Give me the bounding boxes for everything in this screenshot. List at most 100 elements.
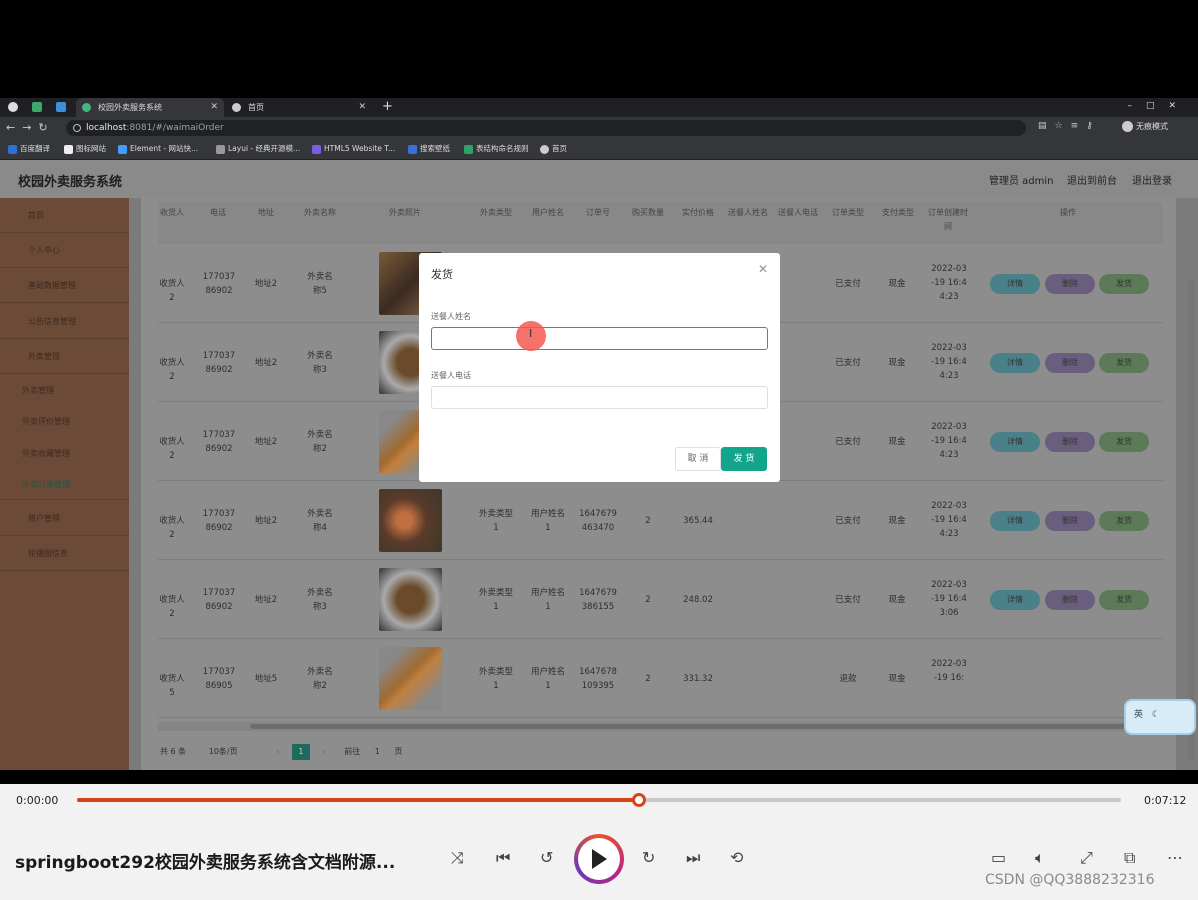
app-icon[interactable]	[56, 102, 66, 112]
ship-button[interactable]: 发货	[1099, 274, 1149, 294]
courier-name-input[interactable]	[431, 327, 768, 350]
ship-button[interactable]: 发货	[1099, 590, 1149, 610]
sidebar-item-waimai[interactable]: 外卖管理	[0, 339, 129, 374]
close-icon[interactable]: ✕	[210, 98, 218, 117]
detail-button[interactable]: 详情	[990, 590, 1040, 610]
next-icon[interactable]: ⏭	[686, 848, 700, 868]
bookmark-item[interactable]: Layui - 经典开源模...	[216, 143, 300, 155]
ime-lang[interactable]: 英	[1134, 710, 1143, 720]
new-tab-icon[interactable]: +	[382, 98, 393, 116]
detail-button[interactable]: 详情	[990, 353, 1040, 373]
profile-label: 无痕模式	[1136, 122, 1168, 131]
horizontal-scrollbar[interactable]	[158, 722, 1163, 731]
scrollbar-thumb[interactable]	[250, 724, 1144, 729]
globe-icon[interactable]	[8, 102, 18, 112]
sidebar-sub-order[interactable]: 外卖订单管理	[0, 469, 129, 500]
delete-button[interactable]: 删除	[1045, 590, 1095, 610]
ship-button[interactable]: 发货	[1099, 353, 1149, 373]
col-header[interactable]: 外卖名称	[298, 206, 342, 220]
bookmark-item[interactable]: 搜索壁纸	[408, 143, 450, 155]
col-header[interactable]: 支付类型	[878, 206, 918, 220]
sidebar-item-profile[interactable]: 个人中心	[0, 233, 129, 268]
app-icon[interactable]	[32, 102, 42, 112]
repeat-off-icon[interactable]: ⟲	[730, 848, 743, 867]
delete-button[interactable]: 删除	[1045, 432, 1095, 452]
col-header[interactable]: 订单号	[578, 206, 618, 220]
detail-button[interactable]: 详情	[990, 432, 1040, 452]
sidebar-sub-waimai[interactable]: 外卖管理	[0, 375, 129, 406]
tab-home[interactable]: 首页 ✕	[226, 98, 372, 117]
sidebar-item-notice[interactable]: 公告信息管理	[0, 304, 129, 339]
info-icon[interactable]	[73, 124, 81, 132]
delete-button[interactable]: 删除	[1045, 353, 1095, 373]
next-page-icon[interactable]: ›	[322, 747, 325, 756]
rewind-10-icon[interactable]: ↺	[540, 848, 553, 867]
col-header[interactable]: 订单创建时间	[928, 206, 968, 234]
cell-order-no: 1647679386155	[579, 588, 617, 612]
col-header[interactable]: 购买数量	[628, 206, 668, 220]
bookmark-item[interactable]: 百度翻译	[8, 143, 50, 155]
cell-time: 2022-03-19 16:44:23	[931, 264, 967, 302]
bookmark-item[interactable]: 表结构命名规则	[464, 143, 529, 155]
delete-button[interactable]: 删除	[1045, 274, 1095, 294]
col-header[interactable]: 实付价格	[678, 206, 718, 220]
col-header[interactable]: 送餐人姓名	[728, 206, 768, 220]
cell-order-no: 1647678109395	[579, 667, 617, 691]
toolbar-icons[interactable]: ▤☆≡⚷	[1038, 121, 1101, 131]
col-header[interactable]: 收货人	[158, 206, 186, 220]
more-icon[interactable]: ⋯	[1167, 848, 1183, 867]
col-header[interactable]: 用户姓名	[528, 206, 568, 220]
seek-bar[interactable]	[77, 793, 1121, 807]
ship-button[interactable]: 发货	[1099, 432, 1149, 452]
exit-to-front-link[interactable]: 退出到前台	[1067, 172, 1117, 187]
ime-widget[interactable]: 英 ☾	[1124, 699, 1196, 735]
detail-button[interactable]: 详情	[990, 274, 1040, 294]
col-header[interactable]: 订单类型	[828, 206, 868, 220]
delete-button[interactable]: 删除	[1045, 511, 1095, 531]
sidebar-sub-review[interactable]: 外卖评价管理	[0, 406, 129, 437]
bookmark-item[interactable]: HTML5 Website T...	[312, 143, 395, 155]
courier-phone-input[interactable]	[431, 386, 768, 409]
play-button[interactable]	[574, 834, 624, 884]
volume-icon[interactable]: 🔈︎	[1035, 848, 1045, 868]
col-header[interactable]: 电话	[198, 206, 238, 220]
page-current[interactable]: 1	[291, 744, 310, 760]
cell-phone: 17703786902	[202, 351, 236, 375]
close-icon[interactable]: ✕	[758, 262, 768, 276]
nav-buttons[interactable]: ←→↻	[6, 121, 55, 134]
profile-button[interactable]: 无痕模式	[1122, 121, 1168, 132]
url-input[interactable]: localhost:8081/#/waimaiOrder	[66, 120, 1026, 136]
bookmark-item[interactable]: 图标网站	[64, 143, 106, 155]
detail-button[interactable]: 详情	[990, 511, 1040, 531]
goto-input[interactable]: 1	[375, 747, 380, 756]
miniplayer-icon[interactable]: ⧉	[1124, 848, 1135, 868]
cell-addr: 地址2	[254, 516, 278, 526]
col-header[interactable]: 地址	[250, 206, 282, 220]
forward-30-icon[interactable]: ↻	[642, 848, 655, 867]
prev-page-icon[interactable]: ‹	[276, 747, 279, 756]
sidebar-item-home[interactable]: 首页	[0, 198, 129, 233]
previous-icon[interactable]: ⏮	[496, 848, 510, 868]
bookmark-item[interactable]: Element - 网站快...	[118, 143, 198, 155]
sidebar-item-base-data[interactable]: 基础数据管理	[0, 268, 129, 303]
shuffle-icon[interactable]: ⤨	[451, 848, 464, 868]
sidebar-item-carousel[interactable]: 轮播图信息	[0, 536, 129, 571]
seek-handle[interactable]	[631, 793, 646, 807]
col-header[interactable]: 外卖类型	[476, 206, 516, 220]
col-header[interactable]: 送餐人电话	[778, 206, 818, 220]
page-size-select[interactable]: 10条/页	[209, 747, 238, 756]
ship-button[interactable]: 发货	[1099, 511, 1149, 531]
ime-moon-icon: ☾	[1151, 710, 1160, 720]
close-icon[interactable]: ✕	[358, 98, 366, 117]
sidebar-sub-favorite[interactable]: 外卖收藏管理	[0, 438, 129, 469]
window-controls[interactable]: –□✕	[1127, 98, 1190, 114]
logout-link[interactable]: 退出登录	[1132, 172, 1172, 187]
sidebar-item-user[interactable]: 用户管理	[0, 501, 129, 536]
fullscreen-icon[interactable]: ⤢	[1080, 848, 1093, 868]
captions-icon[interactable]: ▭	[991, 848, 1006, 867]
cancel-button[interactable]: 取 消	[675, 447, 721, 471]
bookmark-item[interactable]: 首页	[540, 143, 567, 155]
confirm-ship-button[interactable]: 发 货	[721, 447, 767, 471]
tab-active[interactable]: 校园外卖服务系统 ✕	[76, 98, 224, 117]
page-scrollbar[interactable]	[1188, 280, 1195, 760]
